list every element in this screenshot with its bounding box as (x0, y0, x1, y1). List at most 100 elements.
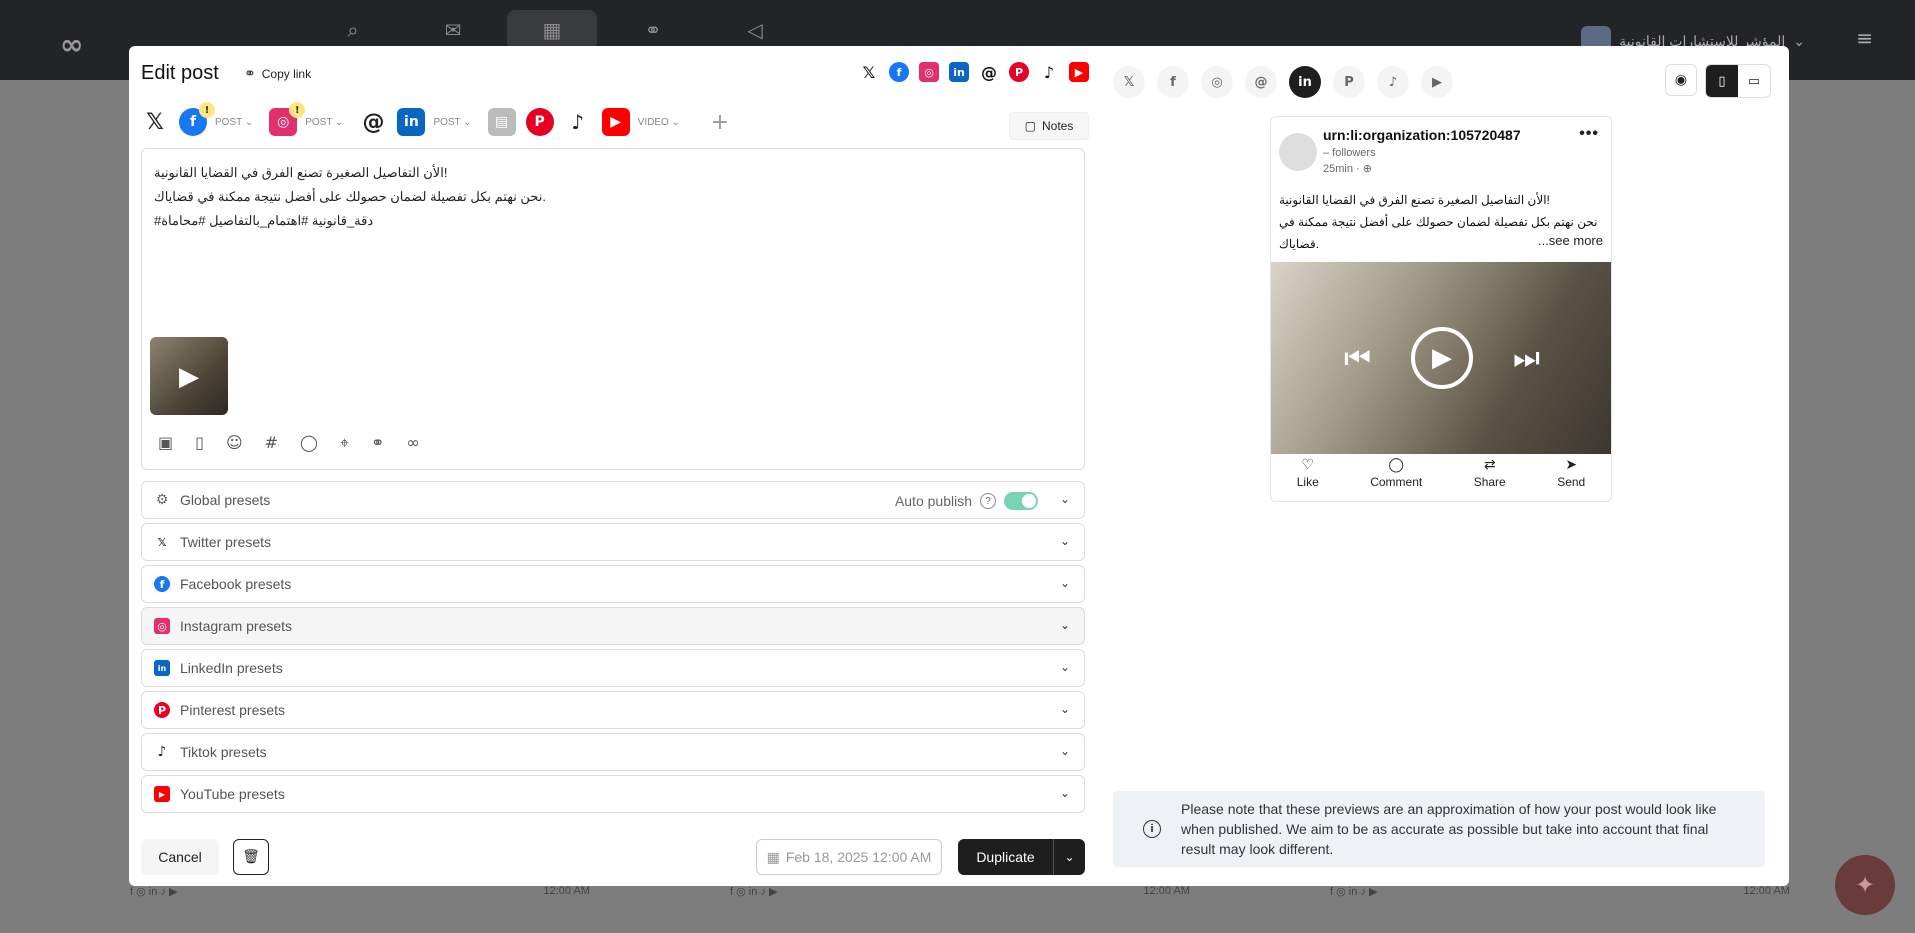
play-icon[interactable]: ▶ (1411, 327, 1473, 389)
schedule-date-field[interactable]: ▦ Feb 18, 2025 12:00 AM (756, 839, 942, 875)
linkedin-presets[interactable]: in LinkedIn presets ⌄ (141, 649, 1085, 687)
instagram-preview-tab[interactable]: ◎ (1201, 66, 1233, 98)
cancel-button[interactable]: Cancel (141, 839, 219, 875)
instagram-icon[interactable]: ◎! (269, 102, 306, 136)
calendar-icon: ▦ (766, 848, 780, 865)
chevron-down-icon[interactable]: ⌄ (1060, 534, 1070, 548)
tiktok-icon[interactable]: ♪ (564, 108, 592, 136)
tiktok-presets[interactable]: ♪ Tiktok presets ⌄ (141, 733, 1085, 771)
comment-label: Comment (1370, 475, 1423, 489)
threads-preview-tab[interactable]: @ (1245, 66, 1277, 98)
youtube-post-type: VIDEO (637, 116, 669, 128)
tiktok-icon: ♪ (157, 744, 167, 760)
post-text-line: نحن نهتم بكل تفصيلة لضمان حصولك على أفضل… (154, 189, 546, 204)
post-editor[interactable]: الأن التفاصيل الصغيرة تصنع الفرق في القض… (141, 148, 1085, 470)
calendar-icon[interactable]: ▦ (507, 10, 597, 50)
notes-button[interactable]: ▢ Notes (1009, 112, 1089, 140)
facebook-post-type-dropdown[interactable]: POST ⌄ (215, 117, 253, 128)
send-action[interactable]: ➤ Send (1557, 457, 1585, 489)
chevron-down-icon[interactable]: ⌄ (1060, 618, 1070, 632)
duplicate-button[interactable]: Duplicate (958, 849, 1053, 865)
preset-label: Facebook presets (180, 576, 292, 592)
video-thumbnail[interactable]: ▶ (150, 337, 228, 415)
like-action[interactable]: ♡ Like (1297, 457, 1319, 489)
ai-assistant-button[interactable]: ✦ (1835, 855, 1895, 915)
emoji-icon[interactable]: ☺ (226, 433, 243, 453)
inbox-icon[interactable]: ✉ (408, 10, 498, 50)
facebook-icon[interactable]: f! (179, 102, 215, 136)
preset-label: LinkedIn presets (180, 660, 283, 676)
fast-forward-icon[interactable]: ⏭ (1513, 341, 1540, 376)
link-icon[interactable]: ⚭ (371, 433, 384, 453)
document-icon[interactable]: ▯ (195, 433, 204, 453)
facebook-presets[interactable]: f Facebook presets ⌄ (141, 565, 1085, 603)
delete-button[interactable]: 🗑 (233, 839, 269, 875)
copy-link-button[interactable]: ⚭ Copy link (244, 66, 311, 82)
network-selector-row: 𝕏 f! POST ⌄ ◎! POST ⌄ @ in POST ⌄ ▤ P ♪ … (141, 102, 734, 140)
editor-panel: Edit post ⚭ Copy link 𝕏 f ◎ in @ P ♪ ▶ 𝕏… (129, 46, 1089, 886)
selected-networks: 𝕏 f ◎ in @ P ♪ ▶ (859, 62, 1089, 82)
google-business-icon[interactable]: ▤ (487, 108, 516, 136)
youtube-preview-tab[interactable]: ▶ (1421, 66, 1453, 98)
tiktok-preview-tab[interactable]: ♪ (1377, 66, 1409, 98)
see-more-link[interactable]: ...see more (1533, 233, 1603, 248)
pinterest-icon[interactable]: P (525, 108, 554, 136)
app-logo[interactable]: ∞ (60, 28, 83, 61)
chevron-down-icon[interactable]: ⌄ (1060, 786, 1070, 800)
preview-video[interactable]: ⏮ ▶ ⏭ (1271, 262, 1611, 454)
desktop-view-icon[interactable]: ▭ (1738, 65, 1770, 97)
youtube-icon[interactable]: ▶ (601, 108, 630, 136)
share-icon: ⇄ (1483, 457, 1496, 473)
linkedin-post-type-dropdown[interactable]: POST ⌄ (433, 117, 471, 128)
links-icon[interactable]: ⚭ (608, 10, 698, 50)
pinterest-presets[interactable]: P Pinterest presets ⌄ (141, 691, 1085, 729)
youtube-post-type-dropdown[interactable]: VIDEO ⌄ (638, 117, 680, 128)
send-label: Send (1557, 475, 1586, 489)
x-icon[interactable]: 𝕏 (141, 108, 169, 136)
facebook-preview-tab[interactable]: f (1157, 66, 1189, 98)
location-icon[interactable]: ⌖ (340, 433, 349, 453)
x-preview-tab[interactable]: 𝕏 (1113, 66, 1145, 98)
add-network-icon[interactable]: + (706, 108, 734, 136)
org-chevron-icon: ⌄ (1793, 32, 1805, 49)
chevron-down-icon[interactable]: ⌄ (1060, 492, 1070, 506)
share-action[interactable]: ⇄ Share (1474, 457, 1506, 489)
media-icon[interactable]: ▣ (158, 433, 173, 453)
warning-badge: ! (289, 102, 306, 118)
chevron-down-icon[interactable]: ⌄ (1060, 660, 1070, 674)
post-text-line: الأن التفاصيل الصغيرة تصنع الفرق في القض… (154, 165, 448, 180)
linkedin-icon[interactable]: in (397, 108, 426, 136)
menu-icon[interactable]: ≡ (1856, 26, 1873, 50)
instagram-presets[interactable]: ◎ Instagram presets ⌄ (141, 607, 1085, 645)
post-text[interactable]: الأن التفاصيل الصغيرة تصنع الفرق في القض… (154, 161, 1074, 233)
calendar-time: 12:00 AM (1143, 885, 1190, 897)
help-icon[interactable]: ? (980, 493, 996, 509)
global-presets[interactable]: ⚙ Global presets Auto publish ? ⌄ (141, 481, 1085, 519)
youtube-icon: ▶ (1069, 62, 1089, 82)
ai-icon[interactable]: ∞ (406, 433, 419, 453)
mobile-view-icon[interactable]: ▯ (1706, 65, 1738, 97)
auto-publish-toggle[interactable] (1004, 492, 1038, 510)
chevron-down-icon[interactable]: ⌄ (1060, 576, 1070, 590)
facebook-post-type: POST (215, 116, 243, 128)
comment-action[interactable]: ◯ Comment (1370, 457, 1422, 489)
pinterest-preview-tab[interactable]: P (1333, 66, 1365, 98)
linkedin-preview-tab[interactable]: in (1289, 66, 1321, 98)
threads-icon[interactable]: @ (359, 108, 387, 136)
youtube-presets[interactable]: ▶ YouTube presets ⌄ (141, 775, 1085, 813)
campaigns-icon[interactable]: ◁ (710, 10, 800, 50)
twitter-presets[interactable]: 𝕏 Twitter presets ⌄ (141, 523, 1085, 561)
instagram-post-type-dropdown[interactable]: POST ⌄ (305, 117, 343, 128)
analytics-icon[interactable]: ⌕ (308, 10, 398, 50)
hashtag-icon[interactable]: # (265, 433, 278, 453)
chevron-down-icon[interactable]: ⌄ (1060, 744, 1070, 758)
previous-icon[interactable]: ⏮ (1344, 341, 1371, 376)
chevron-down-icon[interactable]: ⌄ (1053, 839, 1085, 875)
preview-panel: 𝕏 f ◎ @ in P ♪ ▶ ◉ ▯ ▭ urn:li:organizati… (1113, 46, 1789, 886)
more-options-icon[interactable]: ••• (1579, 125, 1599, 143)
comment-icon[interactable]: ◯ (300, 433, 318, 453)
chevron-down-icon[interactable]: ⌄ (1060, 702, 1070, 716)
editor-toolbar: ▣ ▯ ☺ # ◯ ⌖ ⚭ ∞ (158, 433, 420, 453)
eye-icon[interactable]: ◉ (1665, 64, 1697, 96)
preview-followers: – followers (1323, 147, 1376, 159)
